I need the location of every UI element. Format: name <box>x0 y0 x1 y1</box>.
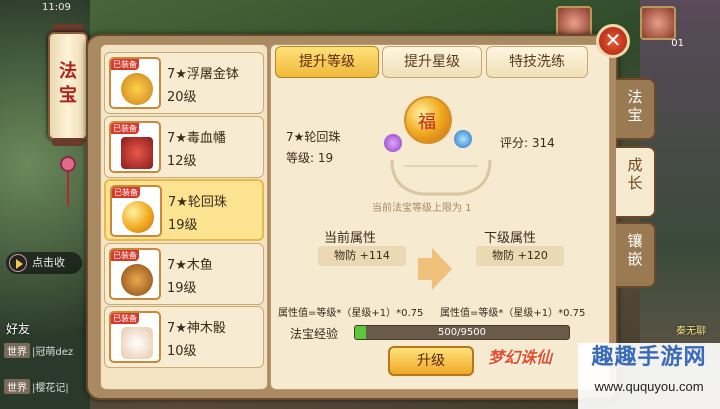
item-level: 12级 <box>167 154 197 169</box>
item-name: 7★轮回珠 <box>168 195 227 210</box>
banner-icon: 已装备 <box>109 121 161 173</box>
equipped-badge: 已装备 <box>111 123 139 134</box>
upgrade-button[interactable]: 升级 <box>388 346 474 376</box>
arrow-right-icon <box>418 248 452 290</box>
chat-text: |樱花记| <box>32 383 69 394</box>
item-level: 10级 <box>167 344 197 359</box>
formula-next: 属性值=等级*（星级+1）*0.75 <box>440 308 586 319</box>
exp-label: 法宝经验 <box>290 327 339 341</box>
wooden-fish-icon: 已装备 <box>109 248 161 300</box>
list-item[interactable]: 已装备 7★木鱼 19级 <box>104 243 264 305</box>
dice-icon: 已装备 <box>109 311 161 363</box>
exp-progress-bar: 500/9500 <box>354 325 570 340</box>
player-name: 秦无聊 <box>676 326 706 337</box>
orb-icon: 已装备 <box>110 185 162 237</box>
tassel-icon <box>60 146 76 206</box>
lantern-char: 宝 <box>59 85 77 106</box>
friend-label[interactable]: 好友 <box>6 320 30 337</box>
treasure-score: 评分: 314 <box>500 134 555 151</box>
item-level: 19级 <box>168 218 198 233</box>
chat-line[interactable]: 世界 |冠萌dez <box>4 343 73 358</box>
voice-button[interactable]: 点击收 <box>6 252 82 274</box>
chat-channel: 世界 <box>4 343 30 358</box>
equipped-badge: 已装备 <box>112 187 140 198</box>
score-value: 314 <box>531 136 555 150</box>
item-level: 19级 <box>167 281 197 296</box>
level-label: 等级: <box>286 151 315 165</box>
side-tab-label: 成长 <box>627 156 643 192</box>
item-name: 7★毒血幡 <box>167 131 226 146</box>
exp-text: 500/9500 <box>438 327 486 338</box>
item-name: 7★神木骰 <box>167 321 226 336</box>
side-tab-treasure[interactable]: 法宝 <box>616 78 656 140</box>
level-limit-note: 当前法宝等级上限为 1 <box>372 203 472 214</box>
formula-current: 属性值=等级*（星级+1）*0.75 <box>278 308 424 319</box>
list-item[interactable]: 已装备 7★毒血幡 12级 <box>104 116 264 178</box>
chat-channel: 世界 <box>4 379 30 394</box>
site-watermark: 趣趣手游网 www.ququyou.com <box>578 343 720 409</box>
item-level: 20级 <box>167 90 197 105</box>
close-button[interactable]: ✕ <box>596 24 630 58</box>
side-tab-label: 镶嵌 <box>627 232 643 268</box>
watermark-title: 趣趣手游网 <box>591 345 707 370</box>
treasure-orb-icon <box>404 96 452 144</box>
equipped-badge: 已装备 <box>111 250 139 261</box>
side-tab-label: 法宝 <box>627 88 643 124</box>
tab-skill-refine[interactable]: 特技洗练 <box>486 46 588 78</box>
list-item[interactable]: 已装备 7★浮屠金钵 20级 <box>104 52 264 114</box>
avatar[interactable] <box>640 6 676 40</box>
equipped-badge: 已装备 <box>111 313 139 324</box>
current-attr-value: 物防 +114 <box>318 246 406 266</box>
level-value: 19 <box>317 151 334 165</box>
item-name: 7★木鱼 <box>167 258 213 273</box>
lantern-text: 法 宝 <box>50 60 86 108</box>
purple-gem-icon <box>384 134 402 152</box>
equipped-badge: 已装备 <box>111 59 139 70</box>
bowl-icon: 已装备 <box>109 57 161 109</box>
treasure-name: 7★轮回珠 <box>286 130 341 144</box>
item-name: 7★浮屠金钵 <box>167 67 239 82</box>
next-attr-value: 物防 +120 <box>476 246 564 266</box>
play-icon <box>9 254 27 272</box>
list-item[interactable]: 已装备 7★神木骰 10级 <box>104 306 264 368</box>
chat-text: |冠萌dez <box>32 347 74 358</box>
level-badge: 01 <box>671 38 684 49</box>
chat-line[interactable]: 世界 |樱花记| <box>4 379 69 394</box>
game-logo: 梦幻诛仙 <box>488 348 553 367</box>
watermark-url: www.ququyou.com <box>594 379 704 394</box>
next-attr-title: 下级属性 <box>484 231 537 246</box>
status-time: 11:09 <box>42 2 71 13</box>
voice-label: 点击收 <box>32 256 65 269</box>
tab-upgrade-level[interactable]: 提升等级 <box>275 46 379 78</box>
tab-upgrade-star[interactable]: 提升星级 <box>382 46 482 78</box>
side-tab-inlay[interactable]: 镶嵌 <box>616 222 656 288</box>
lantern-base <box>52 138 84 146</box>
list-item[interactable]: 已装备 7★轮回珠 19级 <box>104 179 264 241</box>
score-label: 评分: <box>500 136 529 150</box>
current-attr-title: 当前属性 <box>324 231 377 246</box>
lantern-char: 法 <box>59 61 77 82</box>
blue-gem-icon <box>454 130 472 148</box>
treasure-level: 等级: 19 <box>286 149 333 166</box>
side-tab-growth[interactable]: 成长 <box>616 146 656 218</box>
